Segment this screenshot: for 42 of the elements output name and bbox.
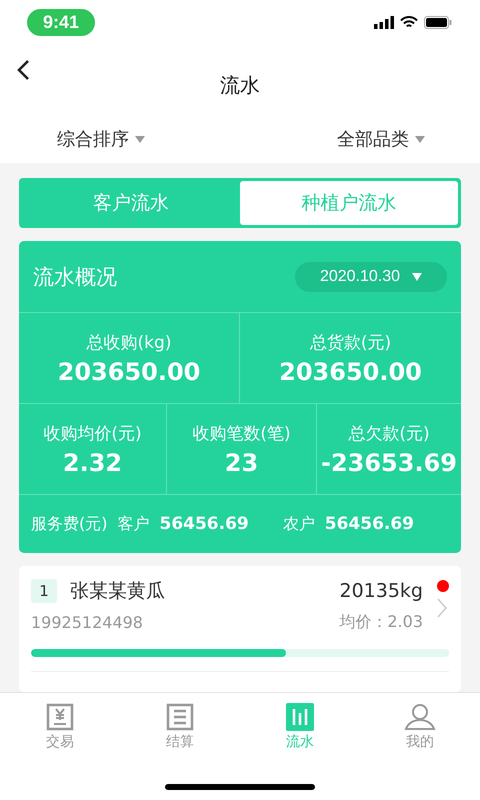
receipt-icon: [46, 703, 74, 731]
stat-label: 总货款(元): [310, 332, 392, 354]
page-title: 流水: [220, 72, 260, 98]
segment-tab[interactable]: 种植户流水: [240, 181, 458, 225]
status-time: 9:41: [27, 9, 96, 36]
date-picker[interactable]: 2020.10.30: [295, 262, 447, 292]
caret-icon: [135, 136, 145, 142]
fee-value: 56456.69: [159, 514, 249, 534]
person-icon: [404, 703, 436, 731]
stat-value: 203650.00: [279, 358, 422, 386]
stat-value: 23: [224, 448, 258, 476]
filter-dropdown[interactable]: 综合排序: [57, 127, 145, 151]
average-price: 均价：2.03: [339, 612, 423, 633]
back-icon: [16, 59, 30, 81]
record-name: 张某某黄瓜: [70, 579, 165, 604]
bar-chart-icon: [286, 703, 314, 731]
stat-value: 203650.00: [58, 358, 200, 386]
stat-value: 2.32: [62, 448, 122, 476]
card-title: 流水概况: [33, 264, 117, 290]
signal-icon: [374, 16, 394, 29]
record-weight: 20135kg: [339, 580, 423, 602]
phone-number: 19925124498: [31, 613, 143, 632]
wifi-icon: [400, 16, 418, 29]
fee-label: 农户: [282, 514, 315, 534]
filter-dropdown[interactable]: 全部品类: [337, 127, 425, 151]
service-fee-label: 服务费(元): [31, 514, 108, 534]
rank-badge: 1: [31, 579, 57, 603]
battery-icon: [424, 16, 452, 29]
stat-label: 收购均价(元): [43, 422, 142, 444]
fee-label: 客户: [117, 514, 150, 534]
tab-bar-item[interactable]: 结算: [120, 703, 240, 751]
tab-bar-item[interactable]: 交易: [0, 703, 120, 751]
stat-label: 总收购(kg): [86, 332, 172, 354]
stat-label: 收购笔数(笔): [192, 422, 291, 444]
stat-label: 总欠款(元): [348, 422, 430, 444]
list-icon: [166, 703, 194, 731]
stat-value: -23653.69: [321, 448, 457, 476]
tab-bar-item[interactable]: 流水: [240, 703, 360, 751]
tab-bar-item[interactable]: 我的: [360, 703, 480, 751]
fee-value: 56456.69: [324, 514, 414, 534]
caret-icon: [412, 272, 422, 280]
caret-icon: [415, 136, 425, 142]
